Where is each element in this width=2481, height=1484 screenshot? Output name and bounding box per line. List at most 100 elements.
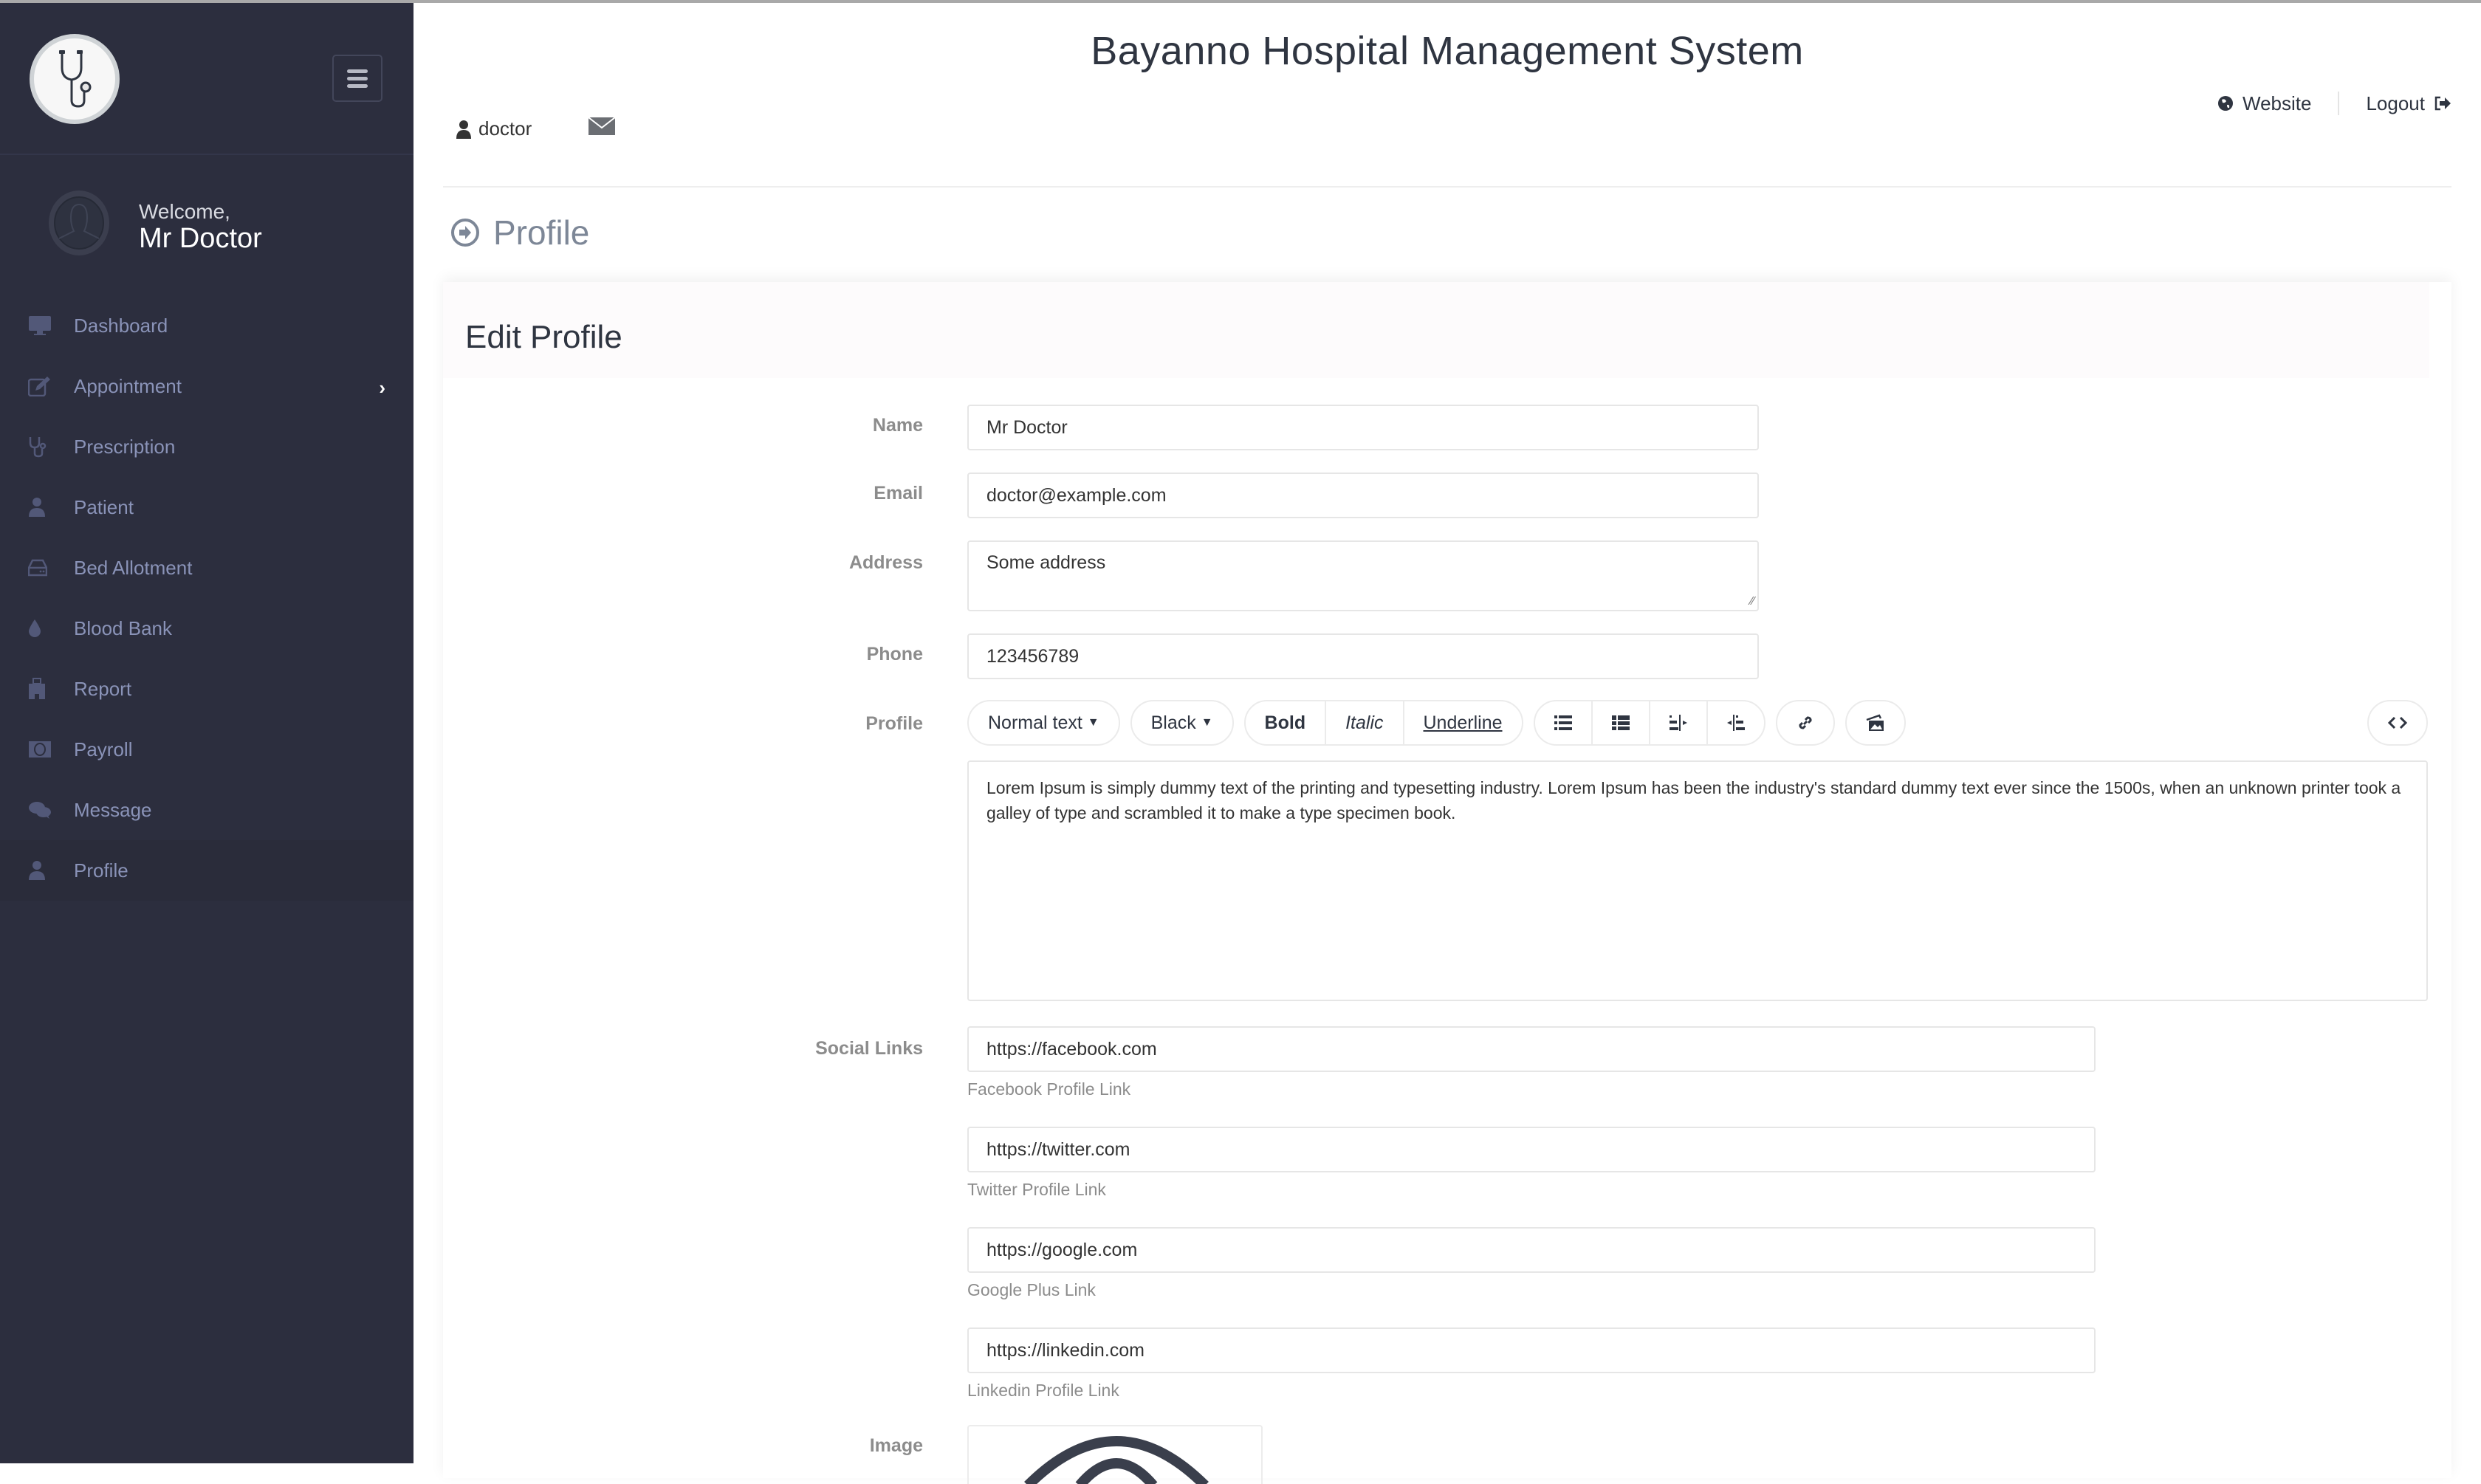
user-icon bbox=[28, 859, 58, 882]
facebook-value: https://facebook.com bbox=[986, 1038, 1157, 1059]
address-label: Address bbox=[848, 552, 923, 573]
sidebar-item-label: Blood Bank bbox=[74, 616, 172, 639]
profile-label: Profile bbox=[865, 713, 923, 734]
facebook-input[interactable]: https://facebook.com bbox=[967, 1026, 2096, 1072]
format-button[interactable]: Normal text ▼ bbox=[969, 701, 1119, 744]
unordered-list-button[interactable] bbox=[1535, 701, 1593, 744]
sidebar-item-label: Dashboard bbox=[74, 314, 168, 337]
bold-label: Bold bbox=[1264, 712, 1306, 733]
messages-button[interactable] bbox=[588, 117, 616, 141]
profile-text: Lorem Ipsum is simply dummy text of the … bbox=[986, 778, 2401, 822]
address-value: Some address bbox=[986, 552, 1106, 573]
linkedin-input[interactable]: https://linkedin.com bbox=[967, 1327, 2096, 1373]
bold-button[interactable]: Bold bbox=[1246, 701, 1327, 744]
underline-button[interactable]: Underline bbox=[1404, 701, 1522, 744]
sidebar-item-label: Message bbox=[74, 798, 152, 821]
sidebar: Welcome, Mr Doctor Dashboard Appointment… bbox=[0, 0, 414, 1463]
caret-down-icon: ▼ bbox=[1201, 716, 1213, 729]
website-link[interactable]: Website bbox=[2217, 92, 2311, 115]
sidebar-item-message[interactable]: Message bbox=[0, 780, 414, 840]
link-icon bbox=[1799, 716, 1812, 729]
sidebar-item-prescription[interactable]: Prescription bbox=[0, 416, 414, 477]
welcome-user-name: Mr Doctor bbox=[139, 223, 262, 254]
sidebar-item-report[interactable]: Report bbox=[0, 659, 414, 719]
edit-icon bbox=[28, 374, 58, 398]
caret-down-icon: ▼ bbox=[1087, 716, 1099, 729]
text-style-group: Bold Italic Underline bbox=[1243, 700, 1523, 746]
insert-image-button[interactable] bbox=[1847, 701, 1904, 744]
social-links-label: Social Links bbox=[815, 1038, 923, 1059]
sidebar-item-bed-allotment[interactable]: Bed Allotment bbox=[0, 537, 414, 598]
username: doctor bbox=[478, 117, 532, 140]
list-ol-icon bbox=[1611, 715, 1630, 730]
logout-link[interactable]: Logout bbox=[2366, 92, 2451, 115]
format-dropdown[interactable]: Normal text ▼ bbox=[967, 700, 1120, 746]
email-label: Email bbox=[874, 483, 923, 504]
sidebar-item-label: Appointment bbox=[74, 374, 182, 397]
insert-link-button[interactable] bbox=[1777, 701, 1833, 744]
list-group bbox=[1533, 700, 1765, 746]
facebook-help: Facebook Profile Link bbox=[967, 1079, 1131, 1099]
color-button[interactable]: Black ▼ bbox=[1132, 701, 1232, 744]
underline-label: Underline bbox=[1423, 712, 1503, 733]
hospital-icon bbox=[28, 677, 58, 701]
code-icon bbox=[2388, 716, 2407, 729]
logo[interactable] bbox=[30, 34, 120, 124]
sidebar-item-label: Profile bbox=[74, 859, 128, 882]
sidebar-item-appointment[interactable]: Appointment › bbox=[0, 356, 414, 416]
profile-image-preview[interactable] bbox=[967, 1425, 1263, 1484]
resize-handle[interactable]: ⁄⁄ bbox=[1751, 595, 1754, 608]
sidebar-item-dashboard[interactable]: Dashboard bbox=[0, 295, 414, 356]
header-links: Website Logout bbox=[2217, 92, 2451, 115]
ordered-list-button[interactable] bbox=[1593, 701, 1650, 744]
welcome-label: Welcome, bbox=[139, 200, 230, 223]
sidebar-item-blood-bank[interactable]: Blood Bank bbox=[0, 598, 414, 659]
stethoscope-icon bbox=[28, 435, 58, 458]
chevron-right-icon: › bbox=[379, 377, 385, 399]
header-divider bbox=[443, 186, 2451, 188]
stethoscope-logo-icon bbox=[59, 50, 92, 108]
editor-toolbar: Normal text ▼ Black ▼ Bold Italic Underl… bbox=[967, 700, 1906, 746]
phone-input[interactable]: 123456789 bbox=[967, 633, 1759, 679]
sidebar-item-label: Report bbox=[74, 677, 132, 700]
image-label: Image bbox=[869, 1435, 923, 1456]
money-icon bbox=[28, 738, 58, 761]
name-value: Mr Doctor bbox=[986, 416, 1068, 438]
email-input[interactable]: doctor@example.com bbox=[967, 473, 1759, 518]
sidebar-item-label: Bed Allotment bbox=[74, 556, 193, 579]
menu-toggle-button[interactable] bbox=[332, 55, 382, 102]
profile-editor[interactable]: Lorem Ipsum is simply dummy text of the … bbox=[967, 760, 2428, 1001]
twitter-input[interactable]: https://twitter.com bbox=[967, 1127, 2096, 1172]
user-account[interactable]: doctor bbox=[456, 117, 532, 140]
linkedin-help: Linkedin Profile Link bbox=[967, 1381, 1119, 1400]
sidebar-brand bbox=[0, 0, 414, 155]
image-group bbox=[1845, 700, 1906, 746]
hamburger-bar bbox=[347, 83, 368, 88]
hamburger-bar bbox=[347, 69, 368, 73]
italic-button[interactable]: Italic bbox=[1326, 701, 1404, 744]
sidebar-item-payroll[interactable]: Payroll bbox=[0, 719, 414, 780]
divider bbox=[2338, 92, 2340, 115]
html-source-button[interactable] bbox=[2369, 701, 2426, 744]
sidebar-item-patient[interactable]: Patient bbox=[0, 477, 414, 537]
html-view-group bbox=[2367, 700, 2428, 746]
outdent-button[interactable] bbox=[1650, 701, 1708, 744]
welcome-text: Welcome, Mr Doctor bbox=[139, 200, 262, 255]
name-input[interactable]: Mr Doctor bbox=[967, 405, 1759, 450]
indent-button[interactable] bbox=[1708, 701, 1764, 744]
website-label: Website bbox=[2242, 92, 2312, 114]
hdd-icon bbox=[28, 556, 58, 580]
envelope-icon bbox=[588, 117, 616, 135]
google-input[interactable]: https://google.com bbox=[967, 1227, 2096, 1273]
email-value: doctor@example.com bbox=[986, 484, 1167, 506]
avatar[interactable] bbox=[49, 190, 109, 255]
indent-icon bbox=[1726, 715, 1745, 731]
logout-label: Logout bbox=[2366, 92, 2425, 114]
page-title: Profile bbox=[493, 213, 590, 252]
name-label: Name bbox=[872, 415, 923, 436]
address-textarea[interactable]: Some address ⁄⁄ bbox=[967, 540, 1759, 611]
link-group bbox=[1775, 700, 1835, 746]
phone-label: Phone bbox=[866, 644, 923, 664]
color-dropdown[interactable]: Black ▼ bbox=[1130, 700, 1234, 746]
sidebar-item-profile[interactable]: Profile bbox=[0, 840, 414, 901]
